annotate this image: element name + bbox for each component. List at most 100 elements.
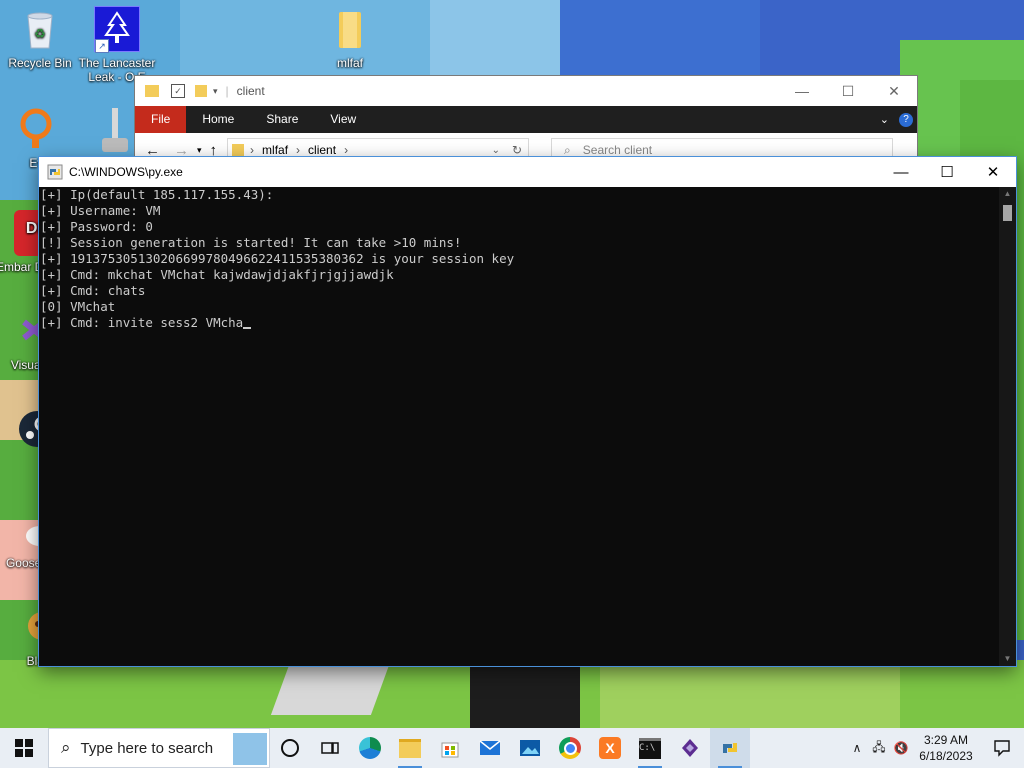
start-button[interactable] bbox=[0, 728, 48, 768]
console-window[interactable]: C:\WINDOWS\py.exe — ☐ ✕ [+] Ip(default 1… bbox=[39, 157, 1016, 666]
desktop-icon-recycle-bin[interactable]: ♻ Recycle Bin bbox=[0, 6, 80, 70]
task-view-icon bbox=[321, 742, 339, 754]
minimize-button[interactable]: — bbox=[779, 76, 825, 106]
console-title: C:\WINDOWS\py.exe bbox=[69, 165, 183, 179]
maximize-button[interactable]: ☐ bbox=[924, 157, 970, 187]
taskbar-store[interactable] bbox=[430, 728, 470, 768]
console-line: [+] Cmd: mkchat VMchat kajwdawjdjakfjrjg… bbox=[40, 267, 394, 282]
close-button[interactable]: ✕ bbox=[871, 76, 917, 106]
breadcrumb-separator: › bbox=[344, 143, 349, 157]
edge-icon bbox=[359, 737, 381, 759]
recycle-bin-icon: ♻ bbox=[17, 6, 63, 52]
folder-icon bbox=[327, 6, 373, 52]
taskbar-python[interactable] bbox=[710, 728, 750, 768]
search-highlight-icon bbox=[233, 733, 267, 765]
console-line: [!] Session generation is started! It ca… bbox=[40, 235, 462, 250]
console-line: [+] Password: 0 bbox=[40, 219, 153, 234]
maximize-button[interactable]: ☐ bbox=[825, 76, 871, 106]
clock-date: 6/18/2023 bbox=[919, 749, 973, 763]
desktop-icon-mlfaf[interactable]: mlfaf bbox=[310, 6, 390, 70]
explorer-ribbon: File Home Share View ⌄ ? bbox=[135, 106, 917, 133]
taskbar-chrome[interactable] bbox=[550, 728, 590, 768]
console-scrollbar[interactable]: ▲ ▼ bbox=[999, 187, 1016, 666]
taskbar-clock[interactable]: 3:29 AM 6/18/2023 bbox=[912, 732, 980, 764]
volume-muted-icon[interactable]: 🔇 bbox=[890, 728, 912, 768]
title-separator: | bbox=[225, 84, 229, 98]
search-app-icon bbox=[14, 106, 60, 152]
breadcrumb-separator: › bbox=[250, 143, 255, 157]
task-view-button[interactable] bbox=[310, 728, 350, 768]
clock-time: 3:29 AM bbox=[923, 733, 969, 747]
console-input-line[interactable]: [+] Cmd: invite sess2 VMcha bbox=[39, 315, 999, 331]
taskbar-search-placeholder: Type here to search bbox=[80, 739, 214, 757]
tab-home[interactable]: Home bbox=[186, 106, 250, 133]
desktop-icon-label: mlfaf bbox=[336, 56, 363, 70]
mail-icon bbox=[479, 740, 501, 755]
explorer-search-placeholder: Search client bbox=[582, 143, 653, 157]
network-icon[interactable]: 🖧 bbox=[868, 728, 890, 768]
breadcrumb-item[interactable]: client bbox=[308, 143, 336, 157]
shortcut-arrow-icon: ↗ bbox=[95, 39, 109, 53]
taskbar-xampp[interactable]: X bbox=[590, 728, 630, 768]
svg-text:♻: ♻ bbox=[34, 27, 46, 42]
console-output[interactable]: [+] Ip(default 185.117.155.43): [+] User… bbox=[39, 187, 999, 666]
taskbar-mail[interactable] bbox=[470, 728, 510, 768]
photos-icon bbox=[520, 740, 540, 756]
visual-studio-icon bbox=[682, 739, 698, 757]
explorer-title: client bbox=[236, 84, 265, 98]
quick-access-dropdown-icon[interactable]: ▾ bbox=[213, 86, 218, 97]
system-tray: ∧ 🖧 🔇 3:29 AM 6/18/2023 bbox=[846, 728, 1024, 768]
taskbar-search-box[interactable]: ⌕ Type here to search bbox=[48, 728, 270, 768]
console-line: [+] Username: VM bbox=[40, 203, 161, 218]
store-icon bbox=[441, 742, 459, 758]
back-icon[interactable]: ← bbox=[145, 142, 160, 159]
scroll-up-icon[interactable]: ▲ bbox=[999, 187, 1016, 201]
tab-view[interactable]: View bbox=[314, 106, 372, 133]
close-button[interactable]: ✕ bbox=[970, 157, 1016, 187]
explorer-titlebar[interactable]: ✓ ▾ | client — ☐ ✕ bbox=[135, 76, 917, 106]
minimize-button[interactable]: — bbox=[878, 157, 924, 187]
console-line: [+] Cmd: chats bbox=[40, 283, 146, 298]
console-line: [+] Ip(default 185.117.155.43): bbox=[40, 187, 274, 202]
refresh-icon[interactable]: ↻ bbox=[512, 143, 522, 157]
recent-dropdown-icon[interactable]: ▾ bbox=[197, 145, 202, 156]
console-line: [+] 191375305130206699780496622411535380… bbox=[40, 251, 515, 266]
console-titlebar[interactable]: C:\WINDOWS\py.exe — ☐ ✕ bbox=[39, 157, 1016, 187]
properties-icon[interactable]: ✓ bbox=[171, 84, 185, 98]
terminal-icon: C:\ bbox=[639, 737, 661, 759]
scrollbar-thumb[interactable] bbox=[1003, 205, 1012, 221]
tab-file[interactable]: File bbox=[135, 106, 187, 133]
game-icon: ↗ bbox=[94, 6, 140, 53]
windows-logo-icon bbox=[15, 739, 33, 757]
python-icon bbox=[47, 164, 63, 180]
joystick-icon bbox=[98, 104, 132, 156]
address-dropdown-icon[interactable]: ⌄ bbox=[492, 145, 500, 156]
taskbar: ⌕ Type here to search X C:\ ∧ � bbox=[0, 728, 1024, 768]
taskbar-photos[interactable] bbox=[510, 728, 550, 768]
expand-ribbon-icon[interactable]: ⌄ bbox=[880, 113, 889, 126]
taskbar-visual-studio[interactable] bbox=[670, 728, 710, 768]
cortana-icon bbox=[281, 739, 299, 757]
desktop-icon-label: Recycle Bin bbox=[8, 56, 72, 70]
notifications-button[interactable] bbox=[980, 728, 1024, 768]
folder-icon bbox=[399, 738, 421, 758]
taskbar-file-explorer[interactable] bbox=[390, 728, 430, 768]
scroll-down-icon[interactable]: ▼ bbox=[999, 652, 1016, 666]
search-icon: ⌕ bbox=[564, 142, 571, 157]
up-icon[interactable]: ↑ bbox=[210, 142, 218, 159]
tab-share[interactable]: Share bbox=[250, 106, 314, 133]
help-icon[interactable]: ? bbox=[899, 112, 913, 127]
python-icon bbox=[723, 743, 737, 753]
show-hidden-icons-button[interactable]: ∧ bbox=[846, 728, 868, 768]
text-cursor bbox=[243, 327, 252, 329]
chrome-icon bbox=[559, 737, 581, 759]
taskbar-terminal[interactable]: C:\ bbox=[630, 728, 670, 768]
cortana-button[interactable] bbox=[270, 728, 310, 768]
forward-icon[interactable]: → bbox=[174, 142, 189, 159]
console-current-input: [+] Cmd: invite sess2 VMcha bbox=[40, 315, 244, 330]
search-icon: ⌕ bbox=[61, 738, 71, 757]
breadcrumb-item[interactable]: mlfaf bbox=[262, 143, 288, 157]
taskbar-edge[interactable] bbox=[350, 728, 390, 768]
new-folder-icon[interactable] bbox=[195, 85, 207, 97]
desktop-icon-lancaster-leak[interactable]: ↗ The Lancaster Leak - O.E bbox=[77, 6, 157, 84]
